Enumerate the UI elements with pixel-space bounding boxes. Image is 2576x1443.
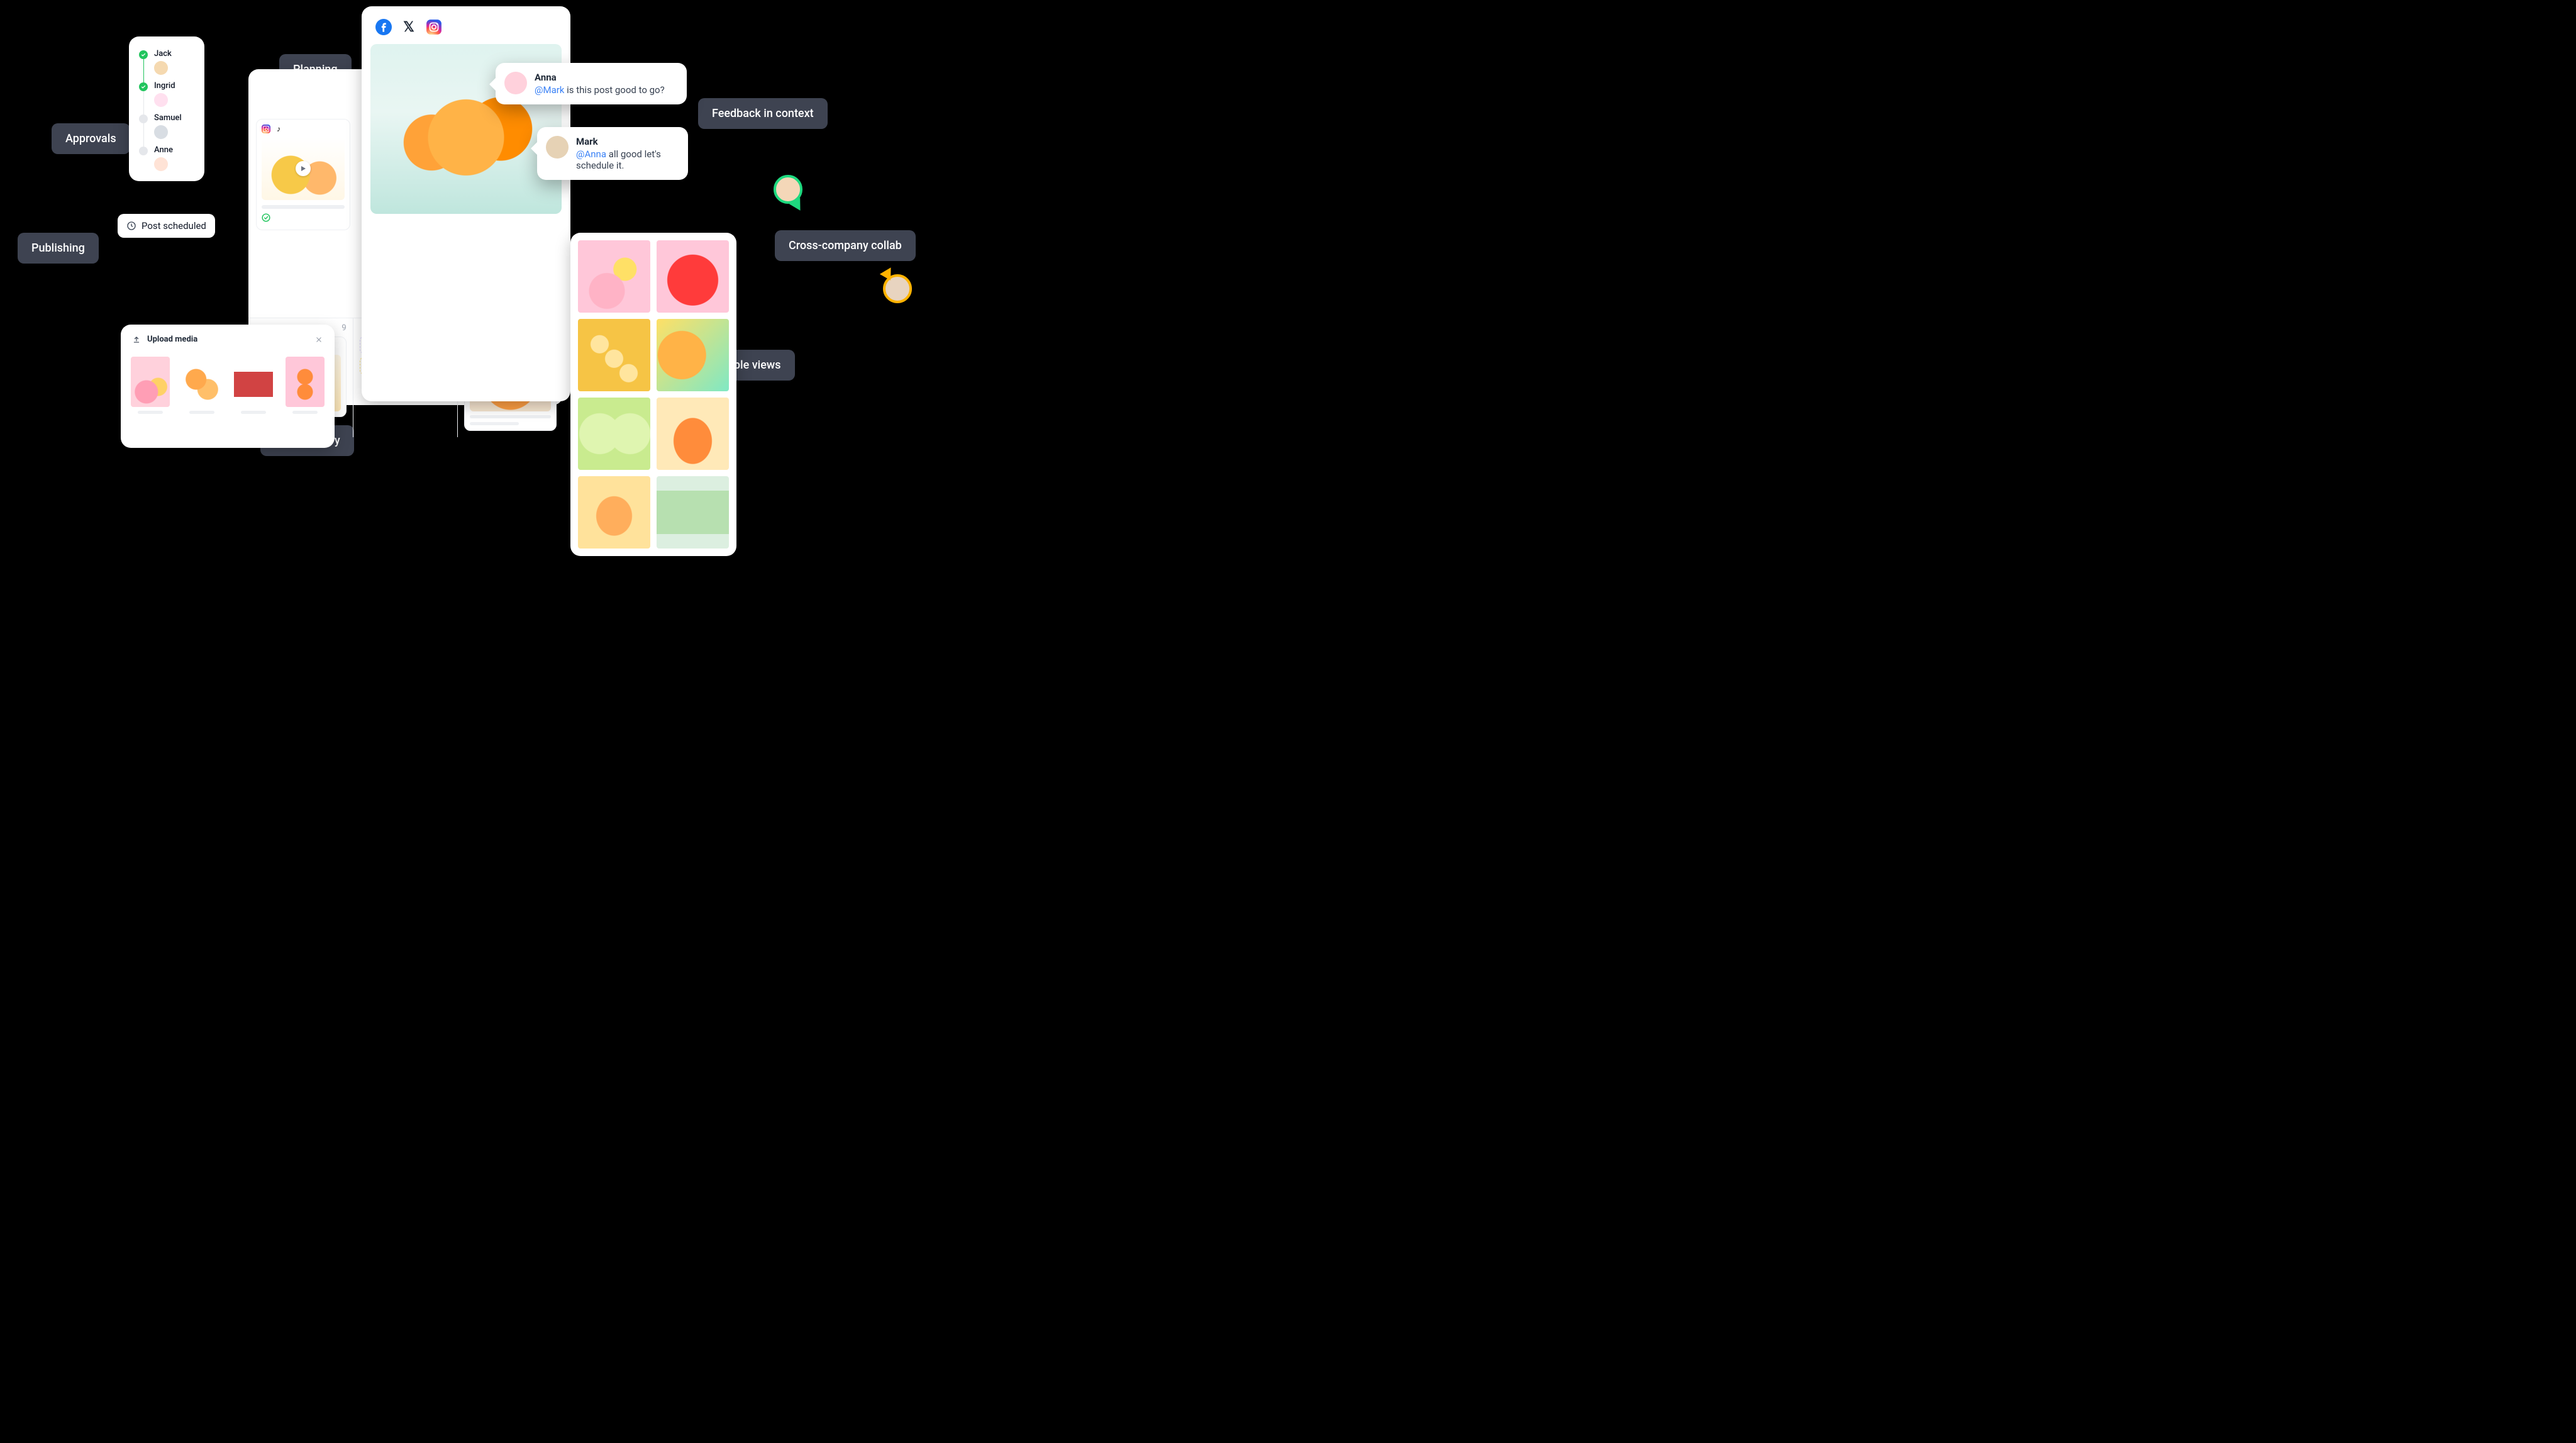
instagram-icon[interactable] bbox=[426, 19, 442, 35]
collab-cursor-avatar bbox=[883, 274, 912, 303]
media-thumbnail bbox=[234, 357, 273, 407]
approver-name: Jack bbox=[154, 49, 172, 58]
gallery-tile[interactable] bbox=[578, 476, 650, 549]
avatar bbox=[154, 157, 168, 171]
clock-icon bbox=[126, 221, 136, 231]
approved-icon bbox=[262, 213, 345, 225]
approver-item[interactable]: Jack bbox=[139, 49, 194, 75]
media-thumbnail bbox=[131, 357, 170, 407]
gallery-tile[interactable] bbox=[657, 398, 729, 470]
gallery-tile[interactable] bbox=[657, 476, 729, 549]
media-item[interactable] bbox=[131, 357, 170, 414]
comment-bubble[interactable]: Anna @Mark is this post good to go? bbox=[496, 63, 687, 104]
post-thumbnail bbox=[262, 137, 345, 200]
media-thumbnail bbox=[286, 357, 325, 407]
badge-cross-company: Cross-company collab bbox=[775, 230, 916, 261]
approver-name: Samuel bbox=[154, 113, 182, 123]
mention[interactable]: @Mark bbox=[535, 84, 564, 96]
play-icon[interactable] bbox=[296, 161, 311, 176]
gallery-tile[interactable] bbox=[578, 398, 650, 470]
check-icon bbox=[139, 50, 148, 59]
post-scheduled-label: Post scheduled bbox=[142, 220, 206, 231]
approver-item[interactable]: Anne bbox=[139, 145, 194, 171]
comment-author: Mark bbox=[576, 136, 677, 147]
facebook-icon[interactable] bbox=[375, 19, 392, 35]
comment-author: Anna bbox=[535, 72, 665, 83]
media-thumbnail bbox=[182, 357, 221, 407]
gallery-card bbox=[570, 233, 736, 556]
approver-name: Ingrid bbox=[154, 81, 175, 91]
approver-name: Anne bbox=[154, 145, 173, 155]
pending-icon bbox=[139, 114, 148, 123]
instagram-icon bbox=[262, 125, 270, 133]
calendar-post[interactable]: ♪ bbox=[256, 119, 350, 230]
gallery-tile[interactable] bbox=[578, 319, 650, 391]
gallery-tile[interactable] bbox=[657, 240, 729, 313]
mention[interactable]: @Anna bbox=[576, 148, 606, 160]
gallery-tile[interactable] bbox=[657, 319, 729, 391]
avatar bbox=[154, 93, 168, 107]
gallery-tile[interactable] bbox=[578, 240, 650, 313]
avatar bbox=[546, 136, 569, 159]
media-title: Upload media bbox=[147, 335, 197, 344]
media-library-card: Upload media bbox=[121, 325, 335, 448]
badge-feedback: Feedback in context bbox=[698, 98, 828, 129]
check-icon bbox=[139, 82, 148, 91]
comment-text: @Mark is this post good to go? bbox=[535, 84, 665, 96]
badge-approvals: Approvals bbox=[52, 123, 130, 154]
approvals-card: Jack Ingrid Samuel Anne bbox=[129, 36, 204, 181]
tiktok-icon: ♪ bbox=[274, 125, 283, 133]
post-scheduled-chip: Post scheduled bbox=[118, 214, 215, 238]
avatar bbox=[504, 72, 527, 94]
approver-item[interactable]: Ingrid bbox=[139, 81, 194, 107]
media-item[interactable] bbox=[286, 357, 325, 414]
comment-text: @Anna all good let's schedule it. bbox=[576, 148, 677, 171]
comment-bubble[interactable]: Mark @Anna all good let's schedule it. bbox=[537, 127, 688, 180]
avatar bbox=[154, 125, 168, 139]
pending-icon bbox=[139, 147, 148, 155]
media-item[interactable] bbox=[182, 357, 221, 414]
collab-cursor-avatar bbox=[774, 175, 802, 204]
upload-icon[interactable] bbox=[132, 335, 141, 344]
media-item[interactable] bbox=[234, 357, 273, 414]
avatar bbox=[154, 61, 168, 75]
x-icon[interactable]: 𝕏 bbox=[401, 19, 417, 35]
approver-item[interactable]: Samuel bbox=[139, 113, 194, 139]
close-icon[interactable] bbox=[314, 335, 323, 344]
badge-publishing: Publishing bbox=[18, 233, 99, 264]
